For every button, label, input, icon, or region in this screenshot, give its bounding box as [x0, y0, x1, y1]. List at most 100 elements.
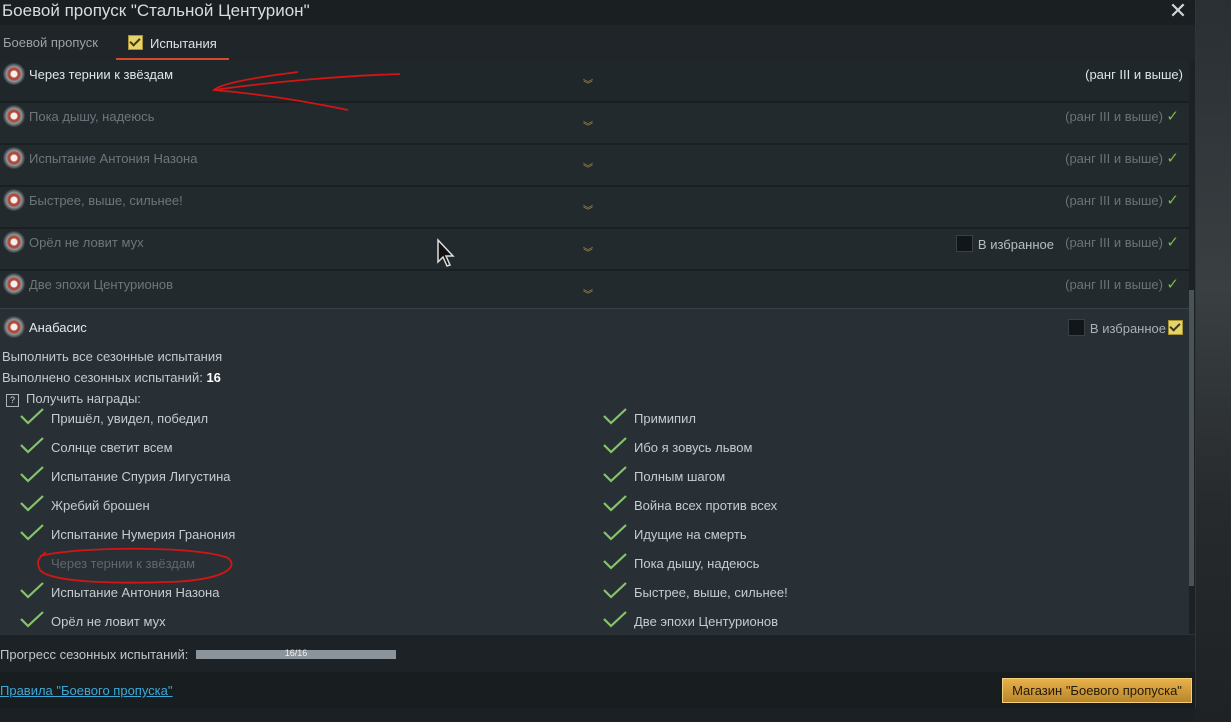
- progress-row: Прогресс сезонных испытаний: 16/16: [0, 634, 1195, 673]
- challenge-name: Орёл не ловит мух: [29, 235, 144, 250]
- medal-icon: [4, 148, 24, 168]
- tab-challenges[interactable]: Испытания: [128, 35, 217, 51]
- check-icon: [603, 553, 627, 570]
- reward-label: Испытание Нумерия Гранония: [51, 527, 236, 542]
- reward-label: Война всех против всех: [634, 498, 778, 513]
- challenge-description: Выполнить все сезонные испытания: [2, 349, 223, 364]
- chevron-down-icon[interactable]: ︾: [583, 123, 597, 135]
- footer: Правила "Боевого пропуска" Магазин "Боев…: [0, 672, 1195, 708]
- background-scene: [1195, 0, 1231, 722]
- challenge-rank: (ранг III и выше): [1085, 67, 1183, 82]
- favorite-checkbox[interactable]: [1067, 319, 1085, 336]
- challenge-name: Через тернии к звёздам: [29, 67, 174, 82]
- challenge-row[interactable]: Две эпохи Центурионов (ранг III и выше) …: [0, 271, 1189, 313]
- tab-challenges-label: Испытания: [150, 36, 217, 51]
- reward-label: Пришёл, увидел, победил: [51, 411, 209, 426]
- question-icon[interactable]: ?: [6, 394, 19, 407]
- check-icon: ✓: [1166, 150, 1179, 167]
- favorite-label: В избранное: [977, 237, 1054, 252]
- reward-item: Пока дышу, надеюсь: [603, 553, 760, 571]
- check-icon: ✓: [1166, 234, 1179, 251]
- checkbox-icon[interactable]: [1168, 320, 1183, 335]
- reward-item: Жребий брошен: [20, 495, 150, 513]
- rewards-header: ? Получить награды:: [6, 391, 141, 407]
- completed-count: 16: [206, 370, 221, 385]
- challenge-name: Две эпохи Центурионов: [29, 277, 174, 292]
- rules-link[interactable]: Правила "Боевого пропуска": [0, 683, 173, 698]
- reward-label: Жребий брошен: [51, 498, 150, 513]
- medal-icon: [4, 64, 24, 84]
- favorite-checkbox[interactable]: [955, 235, 973, 252]
- tab-battle-pass[interactable]: Боевой пропуск: [3, 35, 98, 50]
- medal-icon: [4, 106, 24, 126]
- check-icon: ✓: [1166, 276, 1179, 293]
- reward-label: Через тернии к звёздам: [51, 556, 196, 571]
- medal-icon: [4, 274, 24, 294]
- check-icon: [603, 524, 627, 541]
- reward-label: Солнце светит всем: [51, 440, 173, 455]
- check-icon: ✓: [1166, 108, 1179, 125]
- check-icon: [20, 524, 44, 541]
- check-icon: [20, 495, 44, 512]
- scrollbar-thumb[interactable]: [1189, 290, 1194, 586]
- expanded-challenge-panel: Анабасис В избранное Выполнить все сезон…: [0, 308, 1189, 635]
- check-icon: [603, 611, 627, 628]
- check-icon: [20, 611, 44, 628]
- active-tab-underline: [116, 58, 229, 60]
- challenge-name: Быстрее, выше, сильнее!: [29, 193, 183, 208]
- battle-pass-window: Боевой пропуск "Стальной Центурион" ✕ Бо…: [0, 0, 1196, 708]
- challenge-name: Пока дышу, надеюсь: [29, 109, 155, 124]
- reward-label: Две эпохи Центурионов: [634, 614, 779, 629]
- challenge-row[interactable]: Орёл не ловит мух В избранное (ранг III …: [0, 229, 1189, 271]
- reward-item: Испытание Антония Назона: [20, 582, 220, 600]
- progress-label: Прогресс сезонных испытаний:: [0, 647, 189, 662]
- reward-item: Испытание Нумерия Гранония: [20, 524, 236, 542]
- shop-button[interactable]: Магазин "Боевого пропуска": [1002, 678, 1192, 703]
- reward-label: Испытание Спурия Лигустина: [51, 469, 231, 484]
- medal-icon: [4, 190, 24, 210]
- favorite-toggle[interactable]: В избранное: [955, 235, 1054, 252]
- check-icon: [603, 437, 627, 454]
- check-icon: [603, 408, 627, 425]
- chevron-down-icon[interactable]: ︾: [583, 249, 597, 261]
- challenge-rank: (ранг III и выше): [1065, 193, 1163, 208]
- challenge-row[interactable]: Быстрее, выше, сильнее! (ранг III и выше…: [0, 187, 1189, 229]
- favorite-label: В избранное: [1089, 321, 1166, 336]
- chevron-down-icon[interactable]: ︾: [583, 81, 597, 93]
- check-icon: [20, 582, 44, 599]
- challenge-name: Испытание Антония Назона: [29, 151, 198, 166]
- reward-label: Идущие на смерть: [634, 527, 747, 542]
- challenge-rank: (ранг III и выше): [1065, 277, 1163, 292]
- check-icon: [20, 437, 44, 454]
- reward-label: Ибо я зовусь львом: [634, 440, 753, 455]
- completed-count-line: Выполнено сезонных испытаний: 16: [2, 370, 221, 385]
- challenge-row[interactable]: Испытание Антония Назона (ранг III и выш…: [0, 145, 1189, 187]
- challenge-row[interactable]: Через тернии к звёздам (ранг III и выше)…: [0, 61, 1189, 103]
- titlebar: Боевой пропуск "Стальной Центурион" ✕: [0, 0, 1195, 25]
- challenge-row[interactable]: Пока дышу, надеюсь (ранг III и выше) ✓ ︾: [0, 103, 1189, 145]
- checkbox-icon: [128, 35, 143, 50]
- favorite-toggle[interactable]: В избранное: [1067, 319, 1183, 336]
- reward-item: Орёл не ловит мух: [20, 611, 166, 629]
- completed-label: Выполнено сезонных испытаний:: [2, 370, 203, 385]
- reward-label: Пока дышу, надеюсь: [634, 556, 760, 571]
- reward-item: Идущие на смерть: [603, 524, 747, 542]
- reward-label: Полным шагом: [634, 469, 726, 484]
- reward-label: Быстрее, выше, сильнее!: [634, 585, 788, 600]
- check-icon: [20, 466, 44, 483]
- check-icon: [20, 408, 44, 425]
- check-icon: [603, 466, 627, 483]
- close-icon[interactable]: ✕: [1167, 0, 1189, 22]
- chevron-down-icon[interactable]: ︾: [583, 207, 597, 219]
- chevron-down-icon[interactable]: ︾: [583, 165, 597, 177]
- challenge-rank: (ранг III и выше): [1065, 109, 1163, 124]
- tab-bar: Боевой пропуск Испытания: [0, 25, 1195, 61]
- reward-item: Примипил: [603, 408, 696, 426]
- reward-item: Через тернии к звёздам: [51, 556, 195, 571]
- expanded-challenge-title: Анабасис: [29, 320, 87, 335]
- chevron-down-icon[interactable]: ︾: [583, 291, 597, 303]
- reward-item: Полным шагом: [603, 466, 726, 484]
- check-icon: ✓: [1166, 192, 1179, 209]
- reward-label: Испытание Антония Назона: [51, 585, 220, 600]
- reward-label: Орёл не ловит мух: [51, 614, 166, 629]
